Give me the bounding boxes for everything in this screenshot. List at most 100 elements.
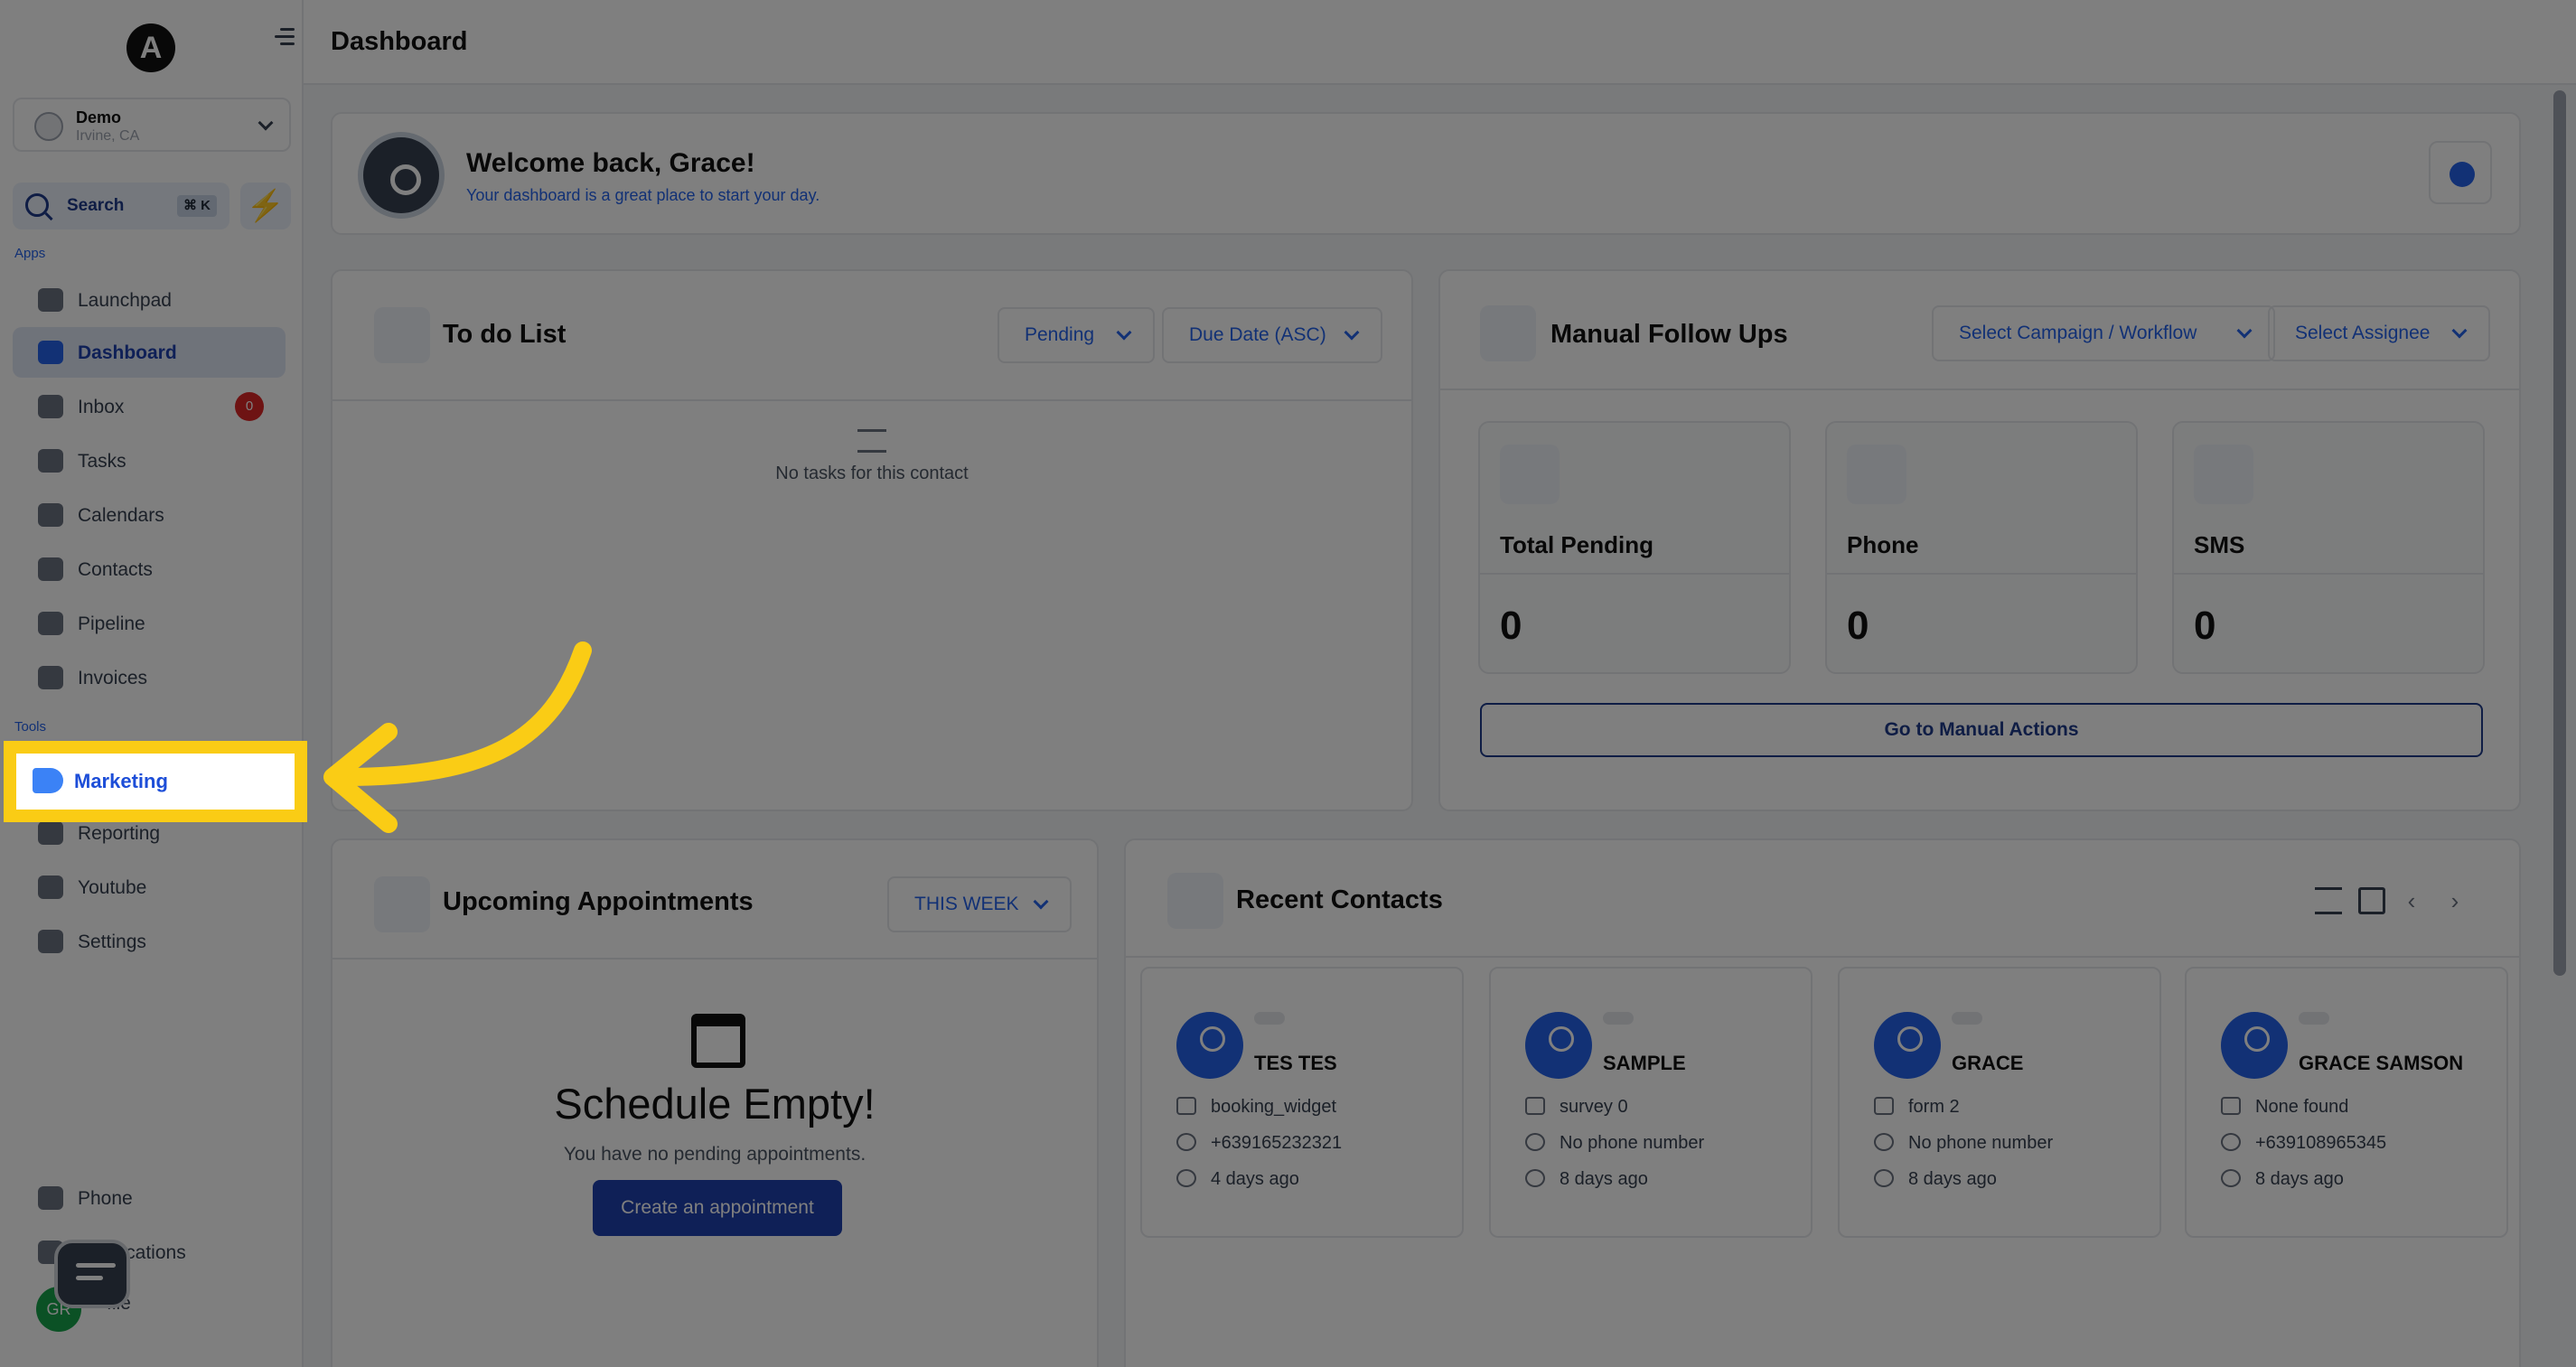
checklist-icon <box>374 307 430 363</box>
sidebar-item-invoices[interactable]: Invoices <box>13 652 286 703</box>
contact-added: 8 days ago <box>2221 1169 2344 1190</box>
camera-icon[interactable] <box>358 132 445 219</box>
clock-icon <box>1525 1169 1545 1187</box>
todo-empty-state: No tasks for this contact <box>333 429 1411 484</box>
welcome-subtitle: Your dashboard is a great place to start… <box>466 186 820 204</box>
contact-card[interactable]: SAMPLE survey 0 No phone number 8 days a… <box>1489 967 1813 1238</box>
appointments-range-select[interactable]: THIS WEEK <box>887 876 1072 932</box>
sidebar-item-label: Invoices <box>78 668 148 688</box>
sidebar-item-label: Calendars <box>78 505 164 526</box>
stat-sms: SMS 0 <box>2172 421 2485 674</box>
phone-icon <box>38 1186 63 1210</box>
tasks-icon <box>38 449 63 473</box>
chat-widget-icon[interactable] <box>54 1240 130 1308</box>
contact-avatar <box>1874 1012 1941 1079</box>
gear-icon <box>38 930 63 953</box>
grid-view-icon[interactable] <box>2358 887 2385 914</box>
customize-palette-icon[interactable] <box>2429 141 2492 204</box>
sidebar-item-label: Reporting <box>78 823 161 844</box>
sidebar-item-label: Phone <box>78 1188 133 1209</box>
contact-avatar <box>1525 1012 1592 1079</box>
contact-card[interactable]: GRACE SAMSON None found +639108965345 8 … <box>2185 967 2508 1238</box>
stat-value: 0 <box>1500 604 1522 648</box>
contact-name: GRACE <box>1952 1052 2024 1074</box>
contact-tag <box>1952 1012 1982 1025</box>
briefcase-icon <box>2221 1097 2241 1115</box>
list-view-icon[interactable] <box>2315 887 2342 914</box>
page-title: Dashboard <box>331 27 468 56</box>
stat-phone: Phone 0 <box>1825 421 2138 674</box>
calendar-icon <box>374 876 430 932</box>
contact-phone: No phone number <box>1874 1133 2053 1154</box>
contact-phone: +639108965345 <box>2221 1133 2386 1154</box>
checklist-icon <box>1500 445 1560 504</box>
sidebar-item-calendars[interactable]: Calendars <box>13 490 286 540</box>
user-icon <box>1167 873 1223 929</box>
quick-actions-bolt-icon[interactable]: ⚡ <box>240 183 291 229</box>
sidebar-item-label: Settings <box>78 932 146 952</box>
sidebar-item-dashboard[interactable]: Dashboard <box>13 327 286 378</box>
contact-avatar <box>2221 1012 2288 1079</box>
sidebar-item-launchpad[interactable]: Launchpad <box>13 275 286 325</box>
sidebar-item-tasks[interactable]: Tasks <box>13 435 286 486</box>
chevron-down-icon <box>258 115 274 131</box>
todo-status-filter[interactable]: Pending <box>998 307 1155 363</box>
sidebar-item-contacts[interactable]: Contacts <box>13 544 286 595</box>
sidebar-item-phone[interactable]: Phone <box>13 1173 286 1223</box>
search-button[interactable]: Search ⌘ K <box>13 183 229 229</box>
stat-label: Phone <box>1847 531 1919 558</box>
top-header: Dashboard <box>304 0 2576 85</box>
contact-avatar <box>1176 1012 1243 1079</box>
create-appointment-button[interactable]: Create an appointment <box>593 1180 842 1236</box>
briefcase-icon <box>1874 1097 1894 1115</box>
phone-icon <box>2221 1133 2241 1151</box>
search-label: Search <box>67 196 125 215</box>
sidebar-item-inbox[interactable]: Inbox 0 <box>13 381 286 432</box>
contact-phone: +639165232321 <box>1176 1133 1342 1154</box>
contact-added: 8 days ago <box>1874 1169 1997 1190</box>
app-logo[interactable]: A <box>126 23 175 72</box>
sidebar-item-label: Dashboard <box>78 342 177 363</box>
dashboard-icon <box>38 341 63 364</box>
next-page-icon[interactable]: › <box>2441 887 2468 914</box>
go-to-manual-actions-button[interactable]: Go to Manual Actions <box>1480 703 2483 757</box>
contact-tag <box>1603 1012 1634 1025</box>
tools-section-label: Tools <box>14 719 47 735</box>
sidebar: A Demo Irvine, CA Search ⌘ K ⚡ Apps Laun… <box>0 0 304 1367</box>
invoice-icon <box>38 666 63 689</box>
sidebar-item-label: Launchpad <box>78 290 172 311</box>
sidebar-item-pipeline[interactable]: Pipeline <box>13 598 286 649</box>
contact-tag <box>2299 1012 2329 1025</box>
contact-added: 8 days ago <box>1525 1169 1648 1190</box>
clock-icon <box>1874 1169 1894 1187</box>
contact-card[interactable]: TES TES booking_widget +639165232321 4 d… <box>1140 967 1464 1238</box>
sidebar-item-label: Contacts <box>78 559 153 580</box>
contact-card[interactable]: GRACE form 2 No phone number 8 days ago <box>1838 967 2161 1238</box>
appointments-title: Upcoming Appointments <box>443 887 754 916</box>
account-switcher[interactable]: Demo Irvine, CA <box>13 98 291 152</box>
clock-icon <box>1176 1169 1196 1187</box>
stat-value: 0 <box>1847 604 1869 648</box>
todo-sort-filter[interactable]: Due Date (ASC) <box>1162 307 1382 363</box>
rocket-icon <box>38 288 63 312</box>
assignee-select[interactable]: Select Assignee <box>2268 305 2490 361</box>
phone-icon <box>1874 1133 1894 1151</box>
clipboard-check-icon <box>1480 305 1536 361</box>
sidebar-item-settings[interactable]: Settings <box>13 916 286 967</box>
previous-page-icon[interactable]: ‹ <box>2398 887 2425 914</box>
phone-icon <box>1176 1133 1196 1151</box>
search-shortcut: ⌘ K <box>177 195 217 217</box>
contact-source: None found <box>2221 1097 2348 1118</box>
sidebar-item-youtube[interactable]: Youtube <box>13 862 286 913</box>
phone-icon <box>1525 1133 1545 1151</box>
account-name: Demo <box>76 108 122 126</box>
collapse-sidebar-icon[interactable] <box>275 23 296 49</box>
clock-icon <box>2221 1169 2241 1187</box>
youtube-icon <box>38 875 63 899</box>
campaign-workflow-select[interactable]: Select Campaign / Workflow <box>1932 305 2275 361</box>
todo-title: To do List <box>443 320 567 349</box>
stat-value: 0 <box>2194 604 2216 648</box>
recent-contacts-title: Recent Contacts <box>1236 885 1443 914</box>
page-scrollbar[interactable] <box>2553 90 2566 976</box>
sidebar-item-label: Pipeline <box>78 613 145 634</box>
